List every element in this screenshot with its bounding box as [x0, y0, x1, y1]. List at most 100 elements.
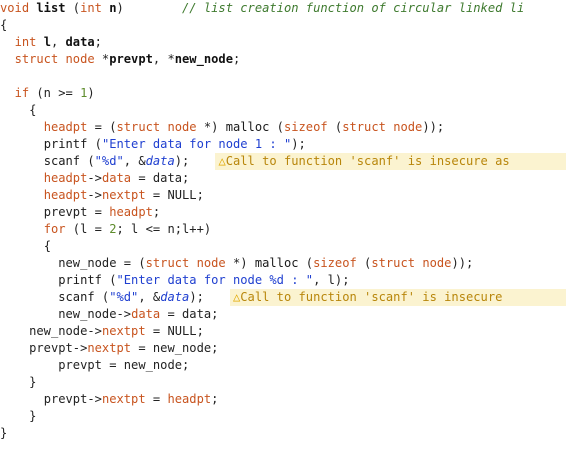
code-line[interactable]: headpt = (struct node *) malloc (sizeof …: [0, 119, 444, 136]
code-line[interactable]: }: [0, 408, 36, 425]
code-line[interactable]: for (l = 2; l <= n;l++): [0, 221, 211, 238]
code-line[interactable]: new_node = (struct node *) malloc (sizeo…: [0, 255, 473, 272]
code-token: ;: [152, 205, 161, 219]
code-token: nextpt: [87, 341, 132, 355]
code-token: data: [101, 171, 132, 185]
code-token: new_node: [174, 52, 233, 66]
code-token: 2: [109, 222, 117, 236]
code-token: ; l <= n;l++): [116, 222, 212, 236]
code-token: (: [94, 290, 110, 304]
code-line[interactable]: prevpt->nextpt = new_node;: [0, 340, 218, 357]
code-token: }: [29, 375, 37, 389]
code-line[interactable]: new_node->data = data;: [0, 306, 218, 323]
code-token: (: [327, 120, 343, 134]
code-token: headpt: [109, 205, 153, 219]
code-token: {: [0, 18, 8, 32]
code-token: headpt: [43, 171, 88, 185]
code-token: for: [43, 222, 66, 236]
code-token: scanf: [43, 154, 81, 168]
code-line[interactable]: prevpt->nextpt = headpt;: [0, 391, 219, 408]
warning-message[interactable]: Call to function 'scanf' is insecure as: [226, 154, 510, 168]
code-line[interactable]: {: [0, 238, 51, 255]
code-line[interactable]: void list (int n) // list creation funct…: [0, 0, 524, 17]
code-line[interactable]: int l, data;: [0, 34, 102, 51]
code-line[interactable]: prevpt = headpt;: [0, 204, 161, 221]
code-line[interactable]: }: [0, 425, 7, 442]
code-token: node: [422, 256, 452, 270]
code-token: {: [29, 103, 37, 117]
code-token: (: [356, 256, 372, 270]
warning-message[interactable]: Call to function 'scanf' is insecure: [240, 290, 502, 304]
code-token: headpt: [43, 120, 88, 134]
code-token: = NULL;: [145, 188, 204, 202]
code-token: *: [94, 52, 110, 66]
code-line[interactable]: scanf ("%d", &data); △Call to function '…: [0, 289, 502, 306]
code-token: "Enter data for node %d : ": [116, 273, 314, 287]
code-line[interactable]: new_node->nextpt = NULL;: [0, 323, 204, 340]
code-line[interactable]: scanf ("%d", &data); △Call to function '…: [0, 153, 510, 170]
code-token: ));: [451, 256, 474, 270]
code-token: );: [291, 137, 306, 151]
code-line[interactable]: headpt->nextpt = NULL;: [0, 187, 204, 204]
code-line[interactable]: {: [0, 102, 36, 119]
code-token: ->: [87, 188, 102, 202]
code-token: // list creation function of circular li…: [182, 1, 525, 15]
code-token: headpt: [167, 392, 212, 406]
code-token: struct: [145, 256, 190, 270]
code-token: sizeof: [283, 120, 328, 134]
code-editor[interactable]: void list (int n) // list creation funct…: [0, 0, 566, 452]
code-token: prevpt->: [29, 341, 88, 355]
code-token: malloc: [225, 120, 270, 134]
code-token: ): [116, 1, 124, 15]
code-line[interactable]: prevpt = new_node;: [0, 357, 189, 374]
code-line[interactable]: {: [0, 17, 7, 34]
code-line[interactable]: printf ("Enter data for node 1 : ");: [0, 136, 306, 153]
code-token: =: [145, 392, 168, 406]
code-token: data: [131, 307, 161, 321]
code-token: int: [14, 35, 37, 49]
code-token: , l);: [313, 273, 350, 287]
code-token: }: [29, 409, 37, 423]
code-token: node: [65, 52, 95, 66]
code-token: data: [145, 154, 175, 168]
code-token: *): [196, 120, 226, 134]
code-token: data: [65, 35, 95, 49]
code-line[interactable]: struct node *prevpt, *new_node;: [0, 51, 241, 68]
code-token: ;: [94, 35, 102, 49]
code-token: , &: [123, 154, 146, 168]
code-token: (n >=: [29, 86, 81, 100]
code-line[interactable]: }: [0, 374, 36, 391]
code-token: node: [393, 120, 423, 134]
code-token: );: [174, 154, 190, 168]
code-token: {: [43, 239, 51, 253]
code-token: ;: [211, 392, 219, 406]
code-line[interactable]: printf ("Enter data for node %d : ", l);: [0, 272, 350, 289]
code-token: (: [298, 256, 314, 270]
code-token: = data;: [160, 307, 219, 321]
code-token: , &: [138, 290, 161, 304]
code-token: ): [87, 86, 95, 100]
warning-triangle-icon: △: [218, 154, 226, 168]
code-token: int: [80, 1, 102, 15]
code-token: (l =: [65, 222, 110, 236]
code-line[interactable]: headpt->data = data;: [0, 170, 190, 187]
code-token: "%d": [109, 290, 139, 304]
code-token: prevpt =: [43, 205, 110, 219]
code-token: headpt: [43, 188, 88, 202]
code-line[interactable]: if (n >= 1): [0, 85, 95, 102]
code-token: );: [189, 290, 204, 304]
